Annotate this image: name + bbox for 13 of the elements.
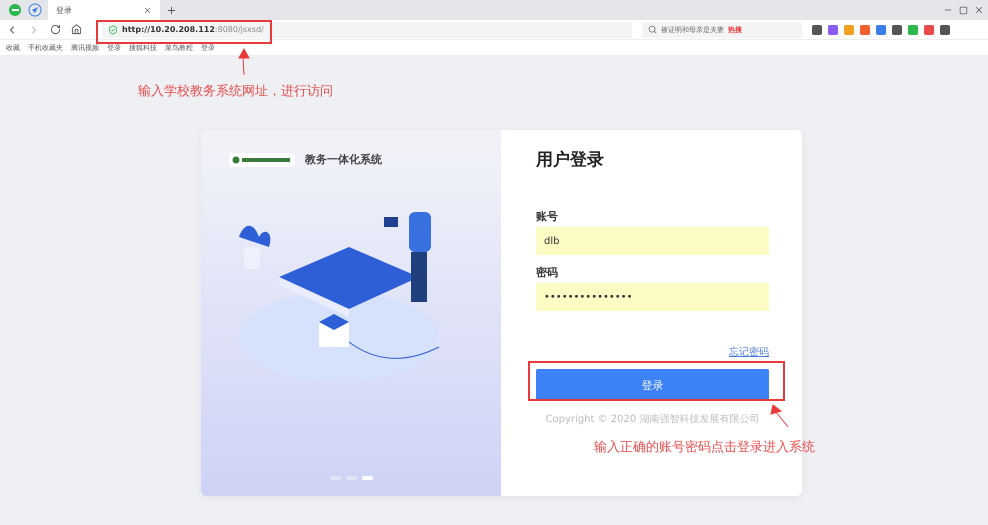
field-label: 账号 xyxy=(536,209,559,224)
input-field[interactable]: ••••••••••••••• xyxy=(536,283,769,311)
annotation-text: 输入学校教务系统网址，进行访问 xyxy=(138,83,333,100)
login-button[interactable]: 登录 xyxy=(536,369,769,401)
address-field[interactable]: http://10.20.208.112:8080/jsxsd/ xyxy=(102,22,632,38)
forgot-password-link[interactable]: 忘记密码 xyxy=(729,345,769,359)
annotation-text: 输入正确的账号密码点击登录进入系统 xyxy=(594,439,815,456)
system-name: 教务一体化系统 xyxy=(305,152,382,167)
field-label: 密码 xyxy=(536,265,559,280)
input-field[interactable]: dlb xyxy=(536,227,769,255)
login-title: 用户登录 xyxy=(536,149,605,171)
copyright-text: Copyright © 2020 湖南强智科技发展有限公司 xyxy=(544,412,760,426)
browser-tab[interactable]: 登录 xyxy=(48,0,160,20)
